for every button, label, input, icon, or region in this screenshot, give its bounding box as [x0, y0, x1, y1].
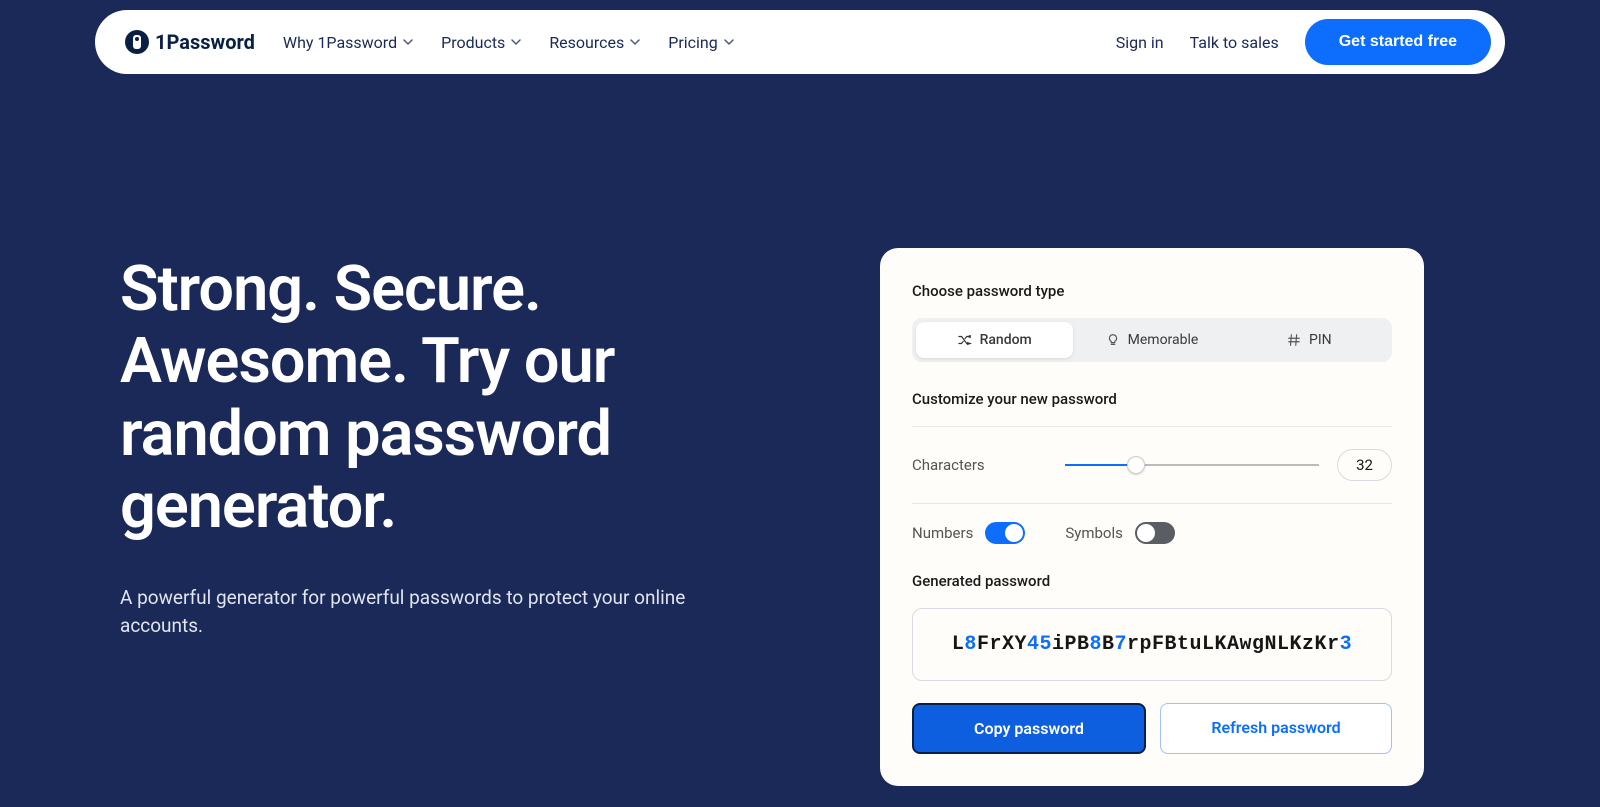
- tab-pin[interactable]: PIN: [1231, 322, 1388, 358]
- numbers-toggle-group: Numbers: [912, 522, 1025, 544]
- symbols-toggle-group: Symbols: [1065, 522, 1175, 544]
- symbols-label: Symbols: [1065, 524, 1123, 542]
- password-type-tabs: Random Memorable PIN: [912, 318, 1392, 362]
- nav-links: Why 1Password Products Resources Pricing: [283, 33, 734, 52]
- copy-button[interactable]: Copy password: [912, 703, 1146, 754]
- characters-value[interactable]: 32: [1337, 449, 1392, 481]
- hero-title: Strong. Secure. Awesome. Try our random …: [120, 254, 820, 544]
- toggles-row: Numbers Symbols: [912, 504, 1392, 572]
- nav-item-resources[interactable]: Resources: [549, 33, 640, 52]
- nav-item-pricing[interactable]: Pricing: [668, 33, 734, 52]
- chevron-down-icon: [511, 37, 521, 47]
- slider-fill: [1065, 464, 1136, 466]
- nav-right: Sign in Talk to sales Get started free: [1116, 19, 1491, 65]
- characters-slider[interactable]: [1065, 464, 1319, 466]
- chevron-down-icon: [403, 37, 413, 47]
- nav-item-why[interactable]: Why 1Password: [283, 33, 413, 52]
- generated-password[interactable]: L8FrXY45iPB8B7rpFBtuLKAwgNLKzKr3: [912, 608, 1392, 681]
- hero-subtitle: A powerful generator for powerful passwo…: [120, 584, 760, 641]
- tab-memorable[interactable]: Memorable: [1073, 322, 1230, 358]
- hero-text: Strong. Secure. Awesome. Try our random …: [120, 254, 820, 641]
- hero-section: Strong. Secure. Awesome. Try our random …: [0, 74, 1600, 786]
- generated-label: Generated password: [912, 572, 1392, 590]
- lightbulb-icon: [1106, 333, 1120, 347]
- signin-link[interactable]: Sign in: [1116, 33, 1164, 52]
- chevron-down-icon: [724, 37, 734, 47]
- logo-icon: [125, 30, 149, 54]
- tab-random[interactable]: Random: [916, 322, 1073, 358]
- refresh-button[interactable]: Refresh password: [1160, 703, 1392, 754]
- numbers-label: Numbers: [912, 524, 973, 542]
- chevron-down-icon: [630, 37, 640, 47]
- symbols-toggle[interactable]: [1135, 522, 1175, 544]
- characters-control: 32: [1065, 449, 1392, 481]
- customize-label: Customize your new password: [912, 390, 1392, 408]
- characters-row: Characters 32: [912, 427, 1392, 503]
- brand-name: 1Password: [155, 30, 255, 54]
- nav-item-products[interactable]: Products: [441, 33, 521, 52]
- generator-card: Choose password type Random Memorable PI…: [880, 248, 1424, 786]
- brand-logo[interactable]: 1Password: [125, 30, 255, 54]
- get-started-button[interactable]: Get started free: [1305, 19, 1491, 65]
- characters-label: Characters: [912, 456, 985, 474]
- numbers-toggle[interactable]: [985, 522, 1025, 544]
- shuffle-icon: [958, 333, 972, 347]
- action-buttons: Copy password Refresh password: [912, 703, 1392, 754]
- top-navbar: 1Password Why 1Password Products Resourc…: [95, 10, 1505, 74]
- slider-thumb[interactable]: [1127, 456, 1145, 474]
- toggle-knob: [1137, 524, 1155, 542]
- toggle-knob: [1005, 524, 1023, 542]
- type-label: Choose password type: [912, 282, 1392, 300]
- hash-icon: [1287, 333, 1301, 347]
- talk-to-sales-link[interactable]: Talk to sales: [1190, 33, 1279, 52]
